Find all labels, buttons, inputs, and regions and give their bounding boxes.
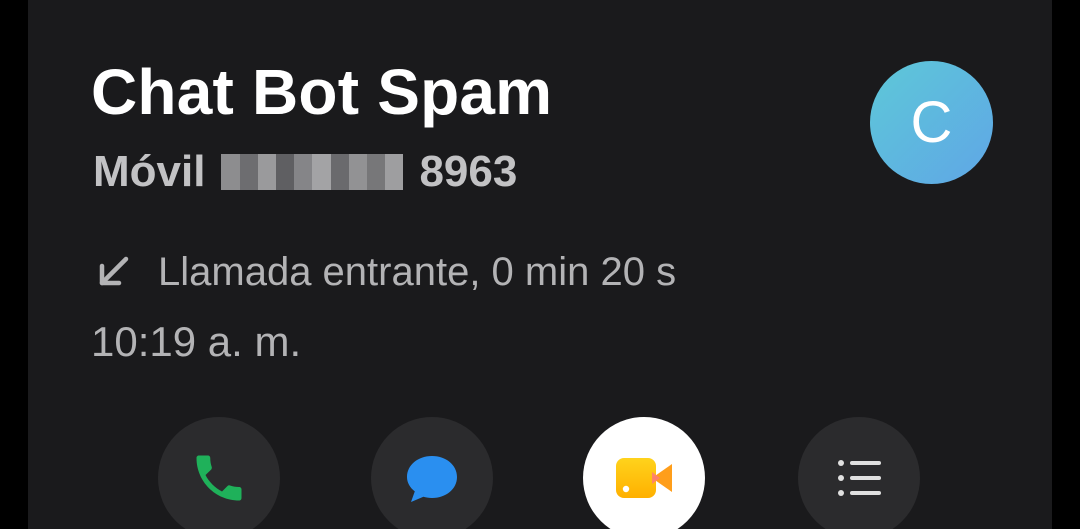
avatar-initial: C	[910, 90, 953, 155]
video-call-button[interactable]	[583, 417, 705, 529]
incoming-arrow-icon	[99, 256, 129, 286]
call-info-row: Llamada entrante, 0 min 20 s	[96, 244, 676, 300]
call-detail-card: Chat Bot Spam Móvil 8963 C Llamada entra…	[28, 0, 1052, 529]
chat-bubble-icon	[407, 456, 457, 502]
contact-avatar[interactable]: C	[870, 61, 993, 184]
phone-number-row: Móvil 8963	[93, 144, 517, 200]
call-description: Llamada entrante, 0 min 20 s	[158, 249, 677, 294]
details-button[interactable]	[798, 417, 920, 529]
number-type-label: Móvil	[93, 147, 206, 196]
redacted-number	[221, 154, 404, 190]
video-camera-icon	[616, 458, 672, 498]
number-suffix: 8963	[419, 147, 518, 196]
call-button[interactable]	[158, 417, 280, 529]
call-time: 10:19 a. m.	[91, 318, 302, 365]
phone-icon	[196, 455, 242, 501]
message-button[interactable]	[371, 417, 493, 529]
contact-name: Chat Bot Spam	[91, 56, 553, 128]
list-icon	[838, 460, 881, 496]
